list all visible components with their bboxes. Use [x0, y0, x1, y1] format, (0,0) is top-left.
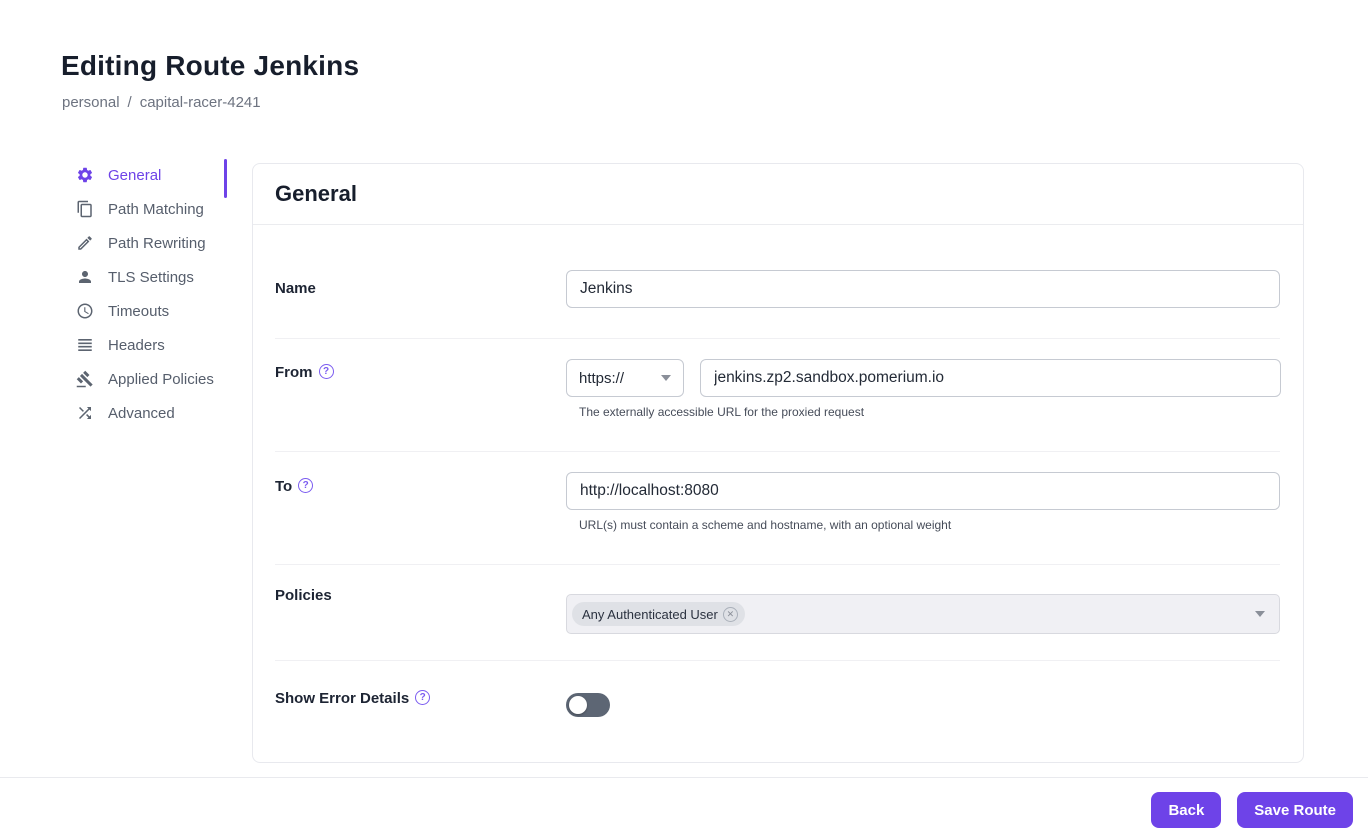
row-divider	[275, 451, 1280, 452]
breadcrumb: personal / capital-racer-4241	[62, 94, 261, 111]
general-settings-card: General Name From? https:// The external…	[252, 163, 1304, 763]
from-helper-text: The externally accessible URL for the pr…	[579, 405, 865, 419]
from-scheme-value: https://	[579, 369, 625, 387]
help-icon[interactable]: ?	[298, 478, 314, 493]
page-title: Editing Route Jenkins	[61, 50, 360, 81]
sidebar-item-timeouts[interactable]: Timeouts	[76, 294, 224, 328]
name-label: Name	[275, 280, 316, 297]
to-helper-text: URL(s) must contain a scheme and hostnam…	[579, 518, 952, 532]
sidebar-item-label: Path Matching	[108, 200, 204, 218]
footer-actions: Back Save Route	[1151, 792, 1353, 828]
sidebar-item-label: Applied Policies	[108, 370, 214, 388]
sidebar-item-general[interactable]: General	[76, 158, 224, 192]
chevron-down-icon	[661, 375, 671, 381]
sidebar-item-path-matching[interactable]: Path Matching	[76, 192, 224, 226]
sidebar-item-tls-settings[interactable]: TLS Settings	[76, 260, 224, 294]
sidebar-item-label: Path Rewriting	[108, 234, 206, 252]
sidebar-active-indicator	[224, 159, 227, 198]
edit-route-page: Editing Route Jenkins personal / capital…	[0, 0, 1368, 832]
policies-select[interactable]: Any Authenticated User ✕	[566, 594, 1280, 634]
row-divider	[275, 338, 1280, 339]
policy-chip-label: Any Authenticated User	[582, 606, 718, 622]
sidebar-item-path-rewriting[interactable]: Path Rewriting	[76, 226, 224, 260]
breadcrumb-namespace[interactable]: personal	[62, 94, 120, 111]
policies-label: Policies	[275, 587, 332, 604]
breadcrumb-separator: /	[127, 94, 132, 111]
shuffle-icon	[79, 407, 91, 419]
toggle-knob	[569, 696, 587, 714]
breadcrumb-route-id[interactable]: capital-racer-4241	[140, 94, 261, 111]
chip-delete-icon[interactable]: ✕	[722, 606, 738, 622]
copy-icon	[77, 200, 92, 218]
row-divider	[275, 660, 1280, 661]
gear-icon	[77, 167, 93, 183]
help-icon[interactable]: ?	[415, 690, 431, 705]
show-error-details-toggle[interactable]	[566, 693, 610, 717]
sidebar-item-label: TLS Settings	[108, 268, 194, 286]
to-label: To?	[275, 478, 555, 495]
row-divider	[275, 564, 1280, 565]
gavel-icon	[76, 370, 93, 388]
settings-sidebar: General Path Matching Path Rewriting TLS…	[76, 158, 224, 430]
chevron-down-icon	[1255, 611, 1265, 617]
sidebar-item-label: Headers	[108, 336, 165, 354]
policy-chip: Any Authenticated User ✕	[572, 602, 745, 626]
clock-icon	[77, 303, 93, 319]
footer-divider	[0, 777, 1368, 778]
sidebar-item-label: General	[108, 166, 162, 184]
back-button[interactable]: Back	[1151, 792, 1222, 828]
sidebar-item-advanced[interactable]: Advanced	[76, 396, 224, 430]
to-input[interactable]	[566, 472, 1280, 510]
from-scheme-select[interactable]: https://	[566, 359, 684, 397]
sidebar-item-label: Timeouts	[108, 302, 170, 320]
sidebar-item-headers[interactable]: Headers	[76, 328, 224, 362]
help-icon[interactable]: ?	[318, 364, 334, 379]
save-route-button[interactable]: Save Route	[1237, 792, 1353, 828]
list-icon	[78, 339, 92, 351]
sidebar-item-label: Advanced	[108, 404, 175, 422]
name-input[interactable]	[566, 270, 1280, 308]
from-label: From?	[275, 364, 555, 381]
pencil-icon	[78, 236, 92, 250]
card-header: General	[253, 164, 1303, 225]
card-title: General	[275, 181, 357, 206]
from-host-input[interactable]	[700, 359, 1281, 397]
sidebar-item-applied-policies[interactable]: Applied Policies	[76, 362, 224, 396]
person-icon	[79, 271, 91, 283]
show-error-details-label: Show Error Details?	[275, 690, 555, 707]
